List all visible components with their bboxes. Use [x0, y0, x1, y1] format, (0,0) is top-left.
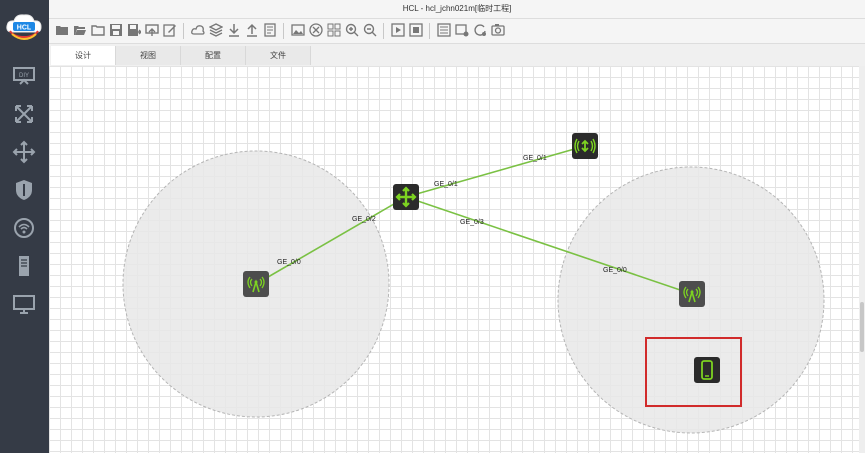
wireless-icon[interactable]: [12, 216, 36, 240]
import-icon[interactable]: [145, 23, 159, 37]
svg-text:DIY: DIY: [19, 73, 29, 79]
port-label-core-left: GE_0/2: [352, 216, 376, 223]
right-ap-device[interactable]: [679, 281, 705, 307]
view-tabs: 设计 视图 配置 文件: [49, 46, 865, 67]
folder-icon[interactable]: [91, 23, 105, 37]
device-sidebar: HCL DIY: [0, 0, 49, 453]
port-label-core-top: GE_0/1: [434, 181, 458, 188]
hcl-logo: HCL: [4, 10, 44, 42]
edit-icon[interactable]: [163, 23, 177, 37]
grid-icon[interactable]: [327, 23, 341, 37]
capture-icon[interactable]: [455, 23, 469, 37]
scrollbar-thumb[interactable]: [860, 302, 864, 352]
port-label-top-end: GE_0/1: [523, 155, 547, 162]
top-ap-device[interactable]: [572, 133, 598, 159]
server-icon[interactable]: [12, 254, 36, 278]
upload-icon[interactable]: [245, 23, 259, 37]
image-icon[interactable]: [291, 23, 305, 37]
firewall-icon[interactable]: [12, 178, 36, 202]
core-router-device[interactable]: [393, 184, 419, 210]
zoom-in-icon[interactable]: [345, 23, 359, 37]
tab-config[interactable]: 配置: [181, 46, 246, 65]
refresh-icon[interactable]: [473, 23, 487, 37]
toolbar: [49, 19, 865, 44]
pc-icon[interactable]: [12, 292, 36, 316]
save-as-icon[interactable]: [127, 23, 141, 37]
tab-file[interactable]: 文件: [246, 46, 311, 65]
start-all-icon[interactable]: [309, 23, 323, 37]
cloud-icon[interactable]: [191, 23, 205, 37]
stop-icon[interactable]: [409, 23, 423, 37]
tab-design[interactable]: 设计: [51, 46, 116, 65]
router-icon[interactable]: [12, 140, 36, 164]
port-label-core-right: GE_0/3: [460, 219, 484, 226]
switch-icon[interactable]: [12, 102, 36, 126]
open-project-icon[interactable]: [73, 23, 87, 37]
port-label-left-ap: GE_0/0: [277, 259, 301, 266]
tab-view[interactable]: 视图: [116, 46, 181, 65]
document-icon[interactable]: [263, 23, 277, 37]
zoom-out-icon[interactable]: [363, 23, 377, 37]
logo-text: HCL: [17, 25, 32, 32]
play-icon[interactable]: [391, 23, 405, 37]
vertical-scrollbar[interactable]: [859, 66, 865, 453]
topology-canvas[interactable]: GE_0/1 GE_0/1 GE_0/2 GE_0/0 GE_0/3 GE_0/…: [49, 66, 859, 453]
link-core-to-top-ap[interactable]: [405, 145, 586, 198]
phone-device[interactable]: [694, 357, 720, 383]
port-label-right-ap: GE_0/0: [603, 267, 627, 274]
left-ap-device[interactable]: [243, 271, 269, 297]
diy-icon[interactable]: DIY: [12, 64, 36, 88]
camera-icon[interactable]: [491, 23, 505, 37]
list-icon[interactable]: [437, 23, 451, 37]
layers-icon[interactable]: [209, 23, 223, 37]
download-icon[interactable]: [227, 23, 241, 37]
window-title: HCL - hcl_jchn021m[临时工程]: [49, 0, 865, 19]
save-icon[interactable]: [109, 23, 123, 37]
new-project-icon[interactable]: [55, 23, 69, 37]
